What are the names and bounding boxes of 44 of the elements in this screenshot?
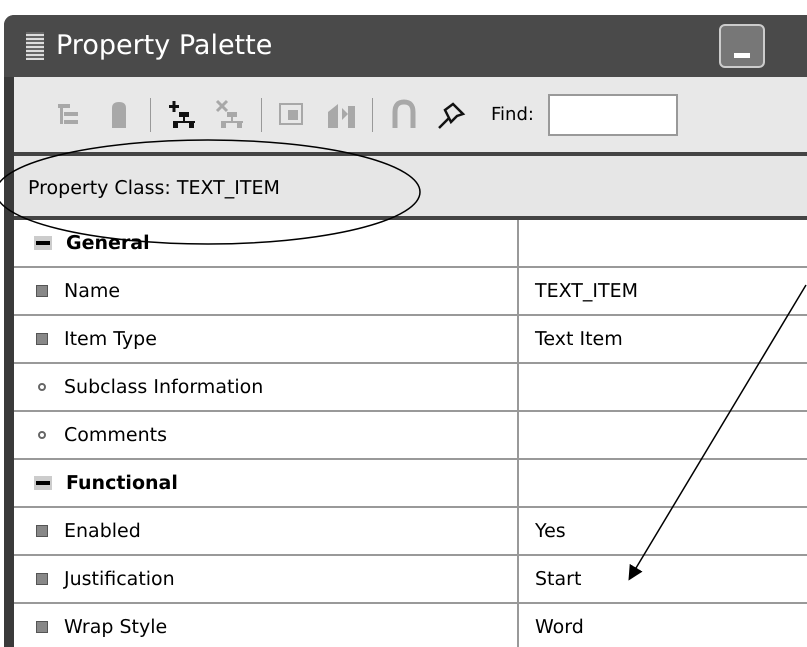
property-bullet-icon bbox=[36, 285, 48, 297]
property-name-cell[interactable]: Item Type bbox=[14, 316, 519, 362]
property-name: Comments bbox=[64, 422, 167, 448]
property-bullet-icon bbox=[36, 333, 48, 345]
property-class-label: Property Class: TEXT_ITEM bbox=[27, 176, 280, 201]
property-bullet-icon bbox=[36, 621, 48, 633]
property-name: Wrap Style bbox=[64, 614, 168, 640]
property-name-cell[interactable]: Justification bbox=[14, 556, 519, 602]
property-name-cell[interactable]: Wrap Style bbox=[14, 604, 519, 647]
property-value: Yes bbox=[535, 518, 566, 544]
property-name: Name bbox=[64, 278, 120, 304]
find-field[interactable] bbox=[548, 94, 678, 136]
property-name: Enabled bbox=[64, 518, 141, 544]
app-icon bbox=[26, 32, 44, 60]
property-value: Text Item bbox=[535, 326, 623, 352]
minimize-icon bbox=[734, 53, 750, 58]
property-name: Item Type bbox=[64, 326, 157, 352]
inherited-bullet-icon bbox=[38, 383, 46, 391]
inherited-bullet-icon bbox=[38, 431, 46, 439]
property-value-cell[interactable]: Word bbox=[519, 604, 807, 647]
property-name-cell[interactable]: Subclass Information bbox=[14, 364, 519, 410]
property-bullet-icon bbox=[36, 573, 48, 585]
property-value: Word bbox=[535, 614, 584, 640]
property-value: TEXT_ITEM bbox=[535, 278, 638, 304]
section-title: Functional bbox=[66, 470, 178, 496]
property-name-cell[interactable]: Enabled bbox=[14, 508, 519, 554]
property-name: Justification bbox=[64, 566, 175, 592]
section-header[interactable]: Functional bbox=[14, 460, 519, 506]
section-header[interactable]: General bbox=[14, 220, 519, 266]
property-name-cell[interactable]: Name bbox=[14, 268, 519, 314]
minimize-button[interactable] bbox=[719, 24, 765, 68]
property-value-cell[interactable]: Text Item bbox=[519, 316, 807, 362]
section-title: General bbox=[66, 230, 150, 256]
property-bullet-icon bbox=[36, 525, 48, 537]
property-value-cell[interactable]: Start bbox=[519, 556, 807, 602]
collapse-icon[interactable] bbox=[34, 236, 52, 250]
property-value-cell[interactable]: Yes bbox=[519, 508, 807, 554]
property-name: Subclass Information bbox=[64, 374, 264, 400]
collapse-icon[interactable] bbox=[34, 476, 52, 490]
property-value: Start bbox=[535, 566, 582, 592]
find-label: Find: bbox=[491, 103, 534, 127]
window-title: Property Palette bbox=[56, 28, 272, 63]
property-value-cell[interactable]: TEXT_ITEM bbox=[519, 268, 807, 314]
property-name-cell[interactable]: Comments bbox=[14, 412, 519, 458]
